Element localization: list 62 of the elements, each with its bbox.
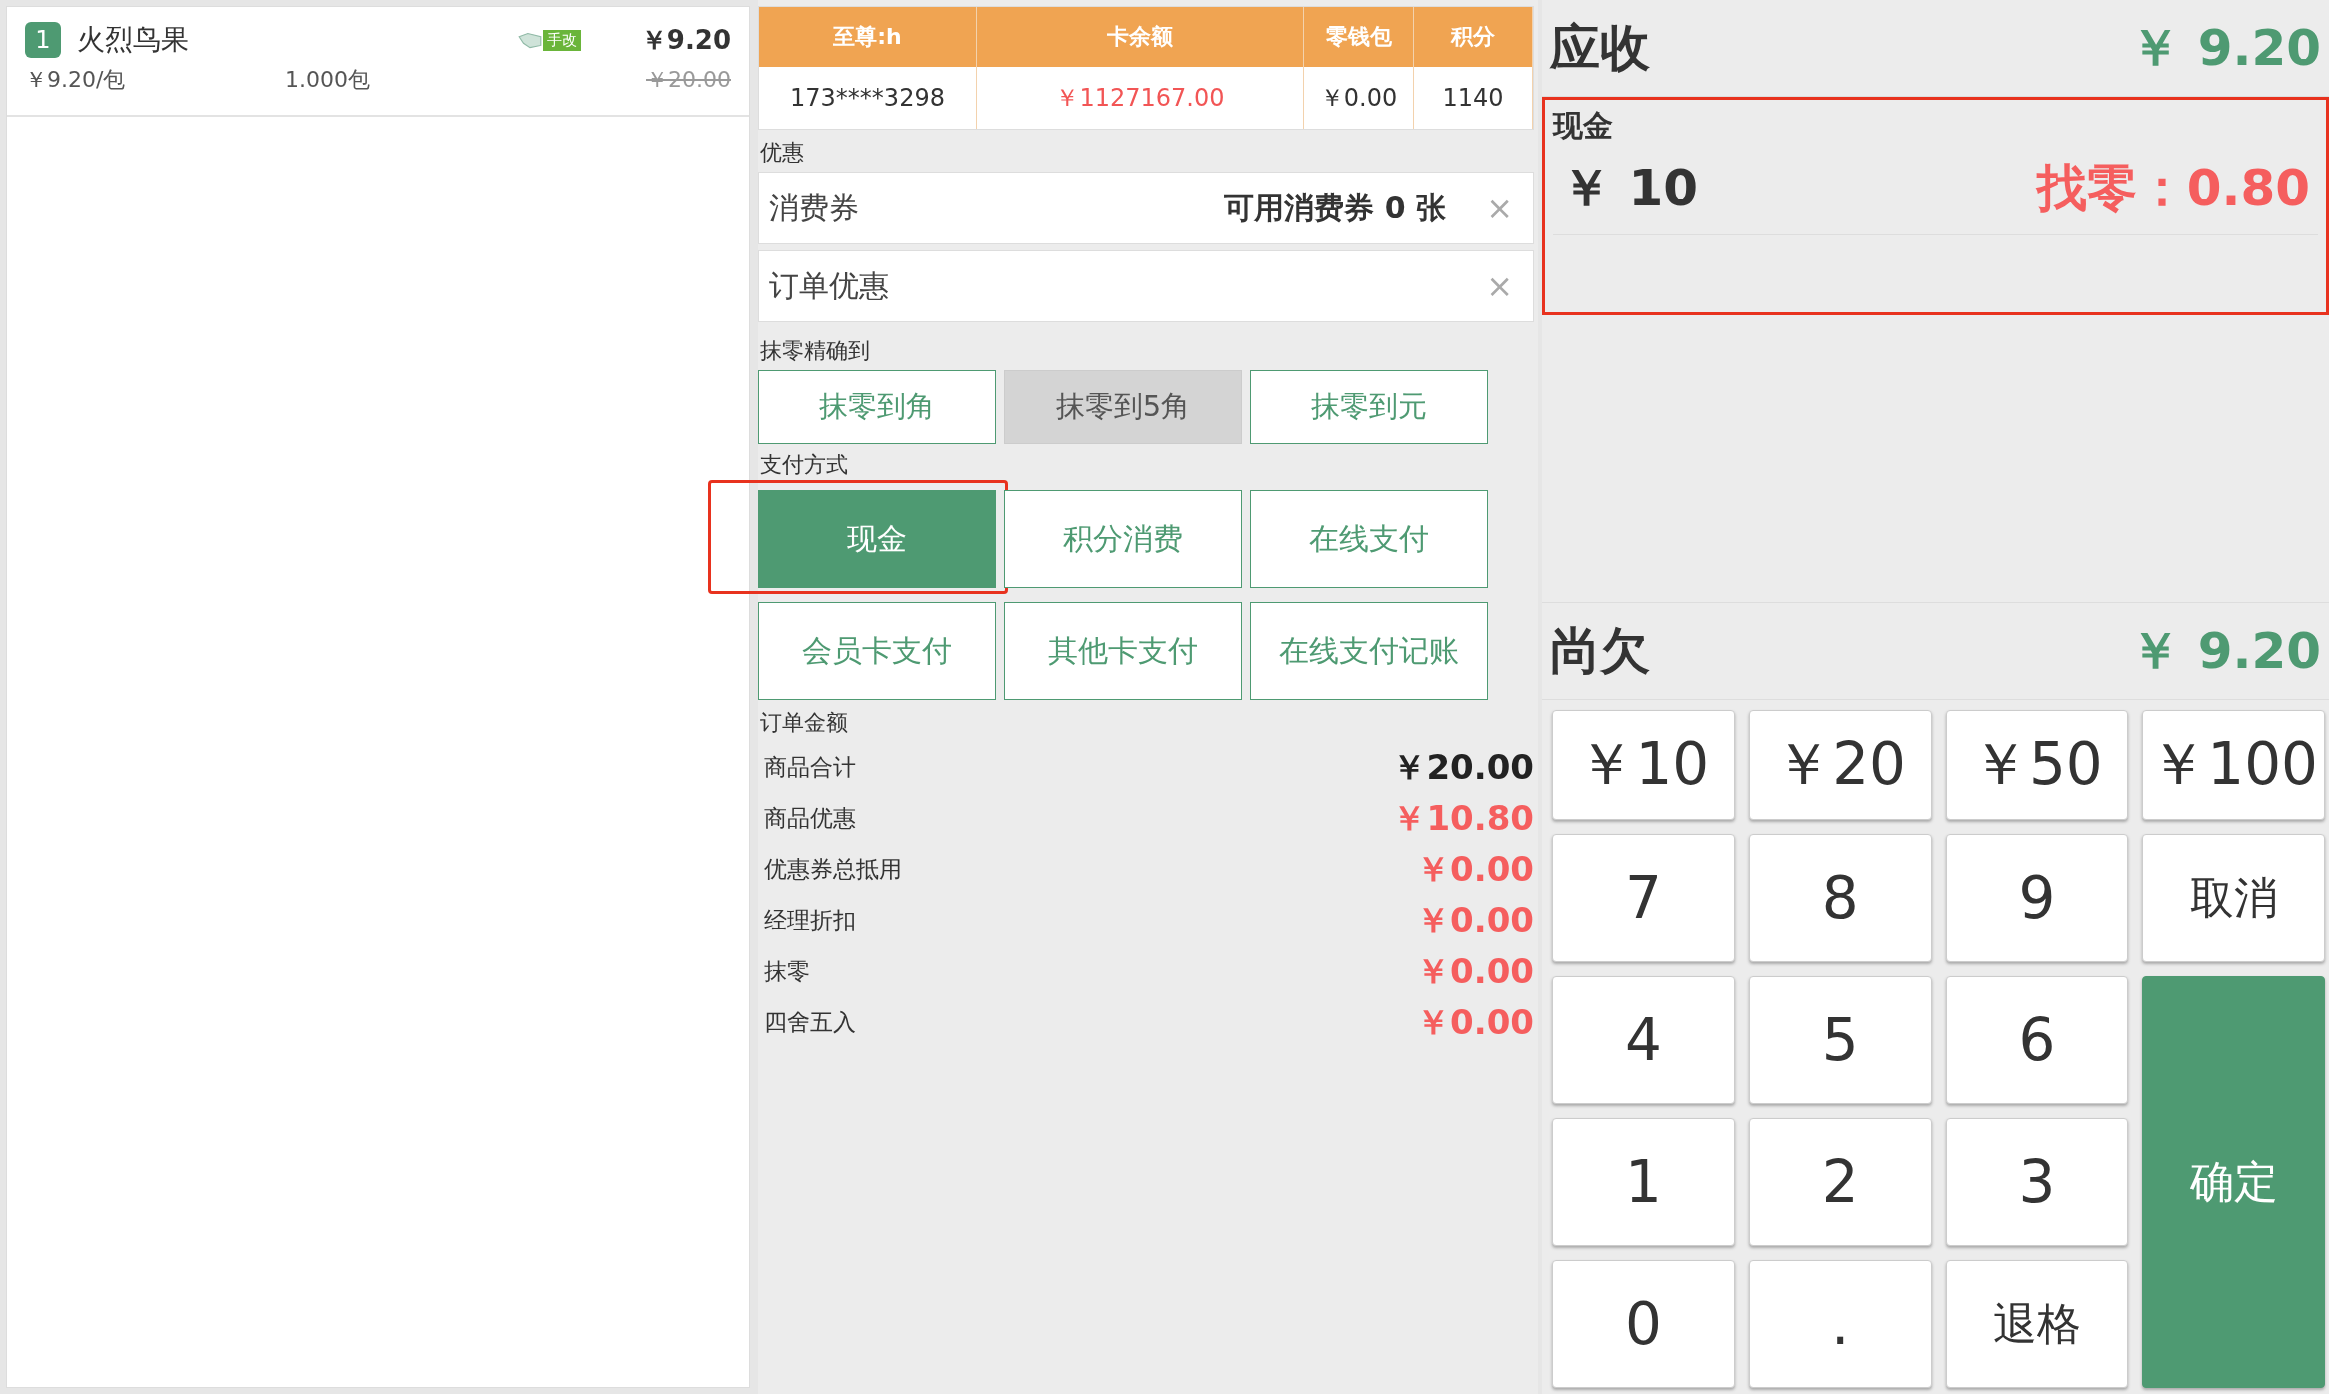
item-quantity: 1.000包	[285, 66, 371, 94]
receivable-amount: ￥ 9.20	[2130, 17, 2321, 79]
coupon-count: 可用消费券 0 张	[1224, 188, 1447, 227]
keypad-key[interactable]: ￥50	[1945, 710, 2129, 820]
receivable-label: 应收	[1550, 17, 1650, 79]
keypad-key[interactable]: ￥20	[1748, 710, 1932, 820]
column-header: 至尊:h	[759, 7, 977, 67]
table-cell: 1140	[1414, 67, 1533, 129]
keypad-key[interactable]: 4	[1552, 976, 1735, 1104]
keypad-key[interactable]: 9	[1945, 834, 2129, 962]
keypad-key[interactable]: 3	[1945, 1118, 2129, 1246]
section-label: 订单金额	[759, 709, 849, 737]
amount-value: ￥10.80	[1392, 796, 1534, 840]
keypad-key[interactable]: 0	[1552, 1260, 1735, 1388]
keypad-key[interactable]: .	[1748, 1260, 1932, 1388]
amount-value: ￥0.00	[1416, 949, 1534, 993]
keypad-key[interactable]: ￥100	[2142, 710, 2325, 820]
item-price: ￥9.20	[640, 23, 731, 57]
keypad-key[interactable]: ￥10	[1552, 710, 1735, 820]
cash-label: 现金	[1553, 108, 1613, 143]
cash-amount: ￥ 10	[1561, 158, 1698, 219]
edited-tag: 手改	[542, 29, 581, 51]
keypad-key[interactable]: 1	[1552, 1118, 1735, 1246]
keypad-key[interactable]: 取消	[2142, 834, 2325, 962]
order-item[interactable]: 1 火烈鸟果 手改 ￥9.20 ￥9.20/包 1.000包 ￥20.00	[7, 7, 749, 117]
item-name: 火烈鸟果	[77, 22, 190, 58]
change-amount: 找零：0.80	[2036, 158, 2310, 219]
amount-value: ￥0.00	[1416, 847, 1534, 891]
amount-label: 商品优惠	[764, 804, 856, 833]
amount-value: ￥20.00	[1392, 745, 1534, 789]
discount-row[interactable]: 订单优惠 ×	[758, 250, 1534, 322]
keypad-key[interactable]: 8	[1748, 834, 1932, 962]
section-label: 抹零精确到	[759, 337, 871, 365]
keypad-key[interactable]: 5	[1748, 976, 1932, 1104]
original-price: ￥20.00	[646, 66, 731, 94]
table-cell: ￥1127167.00	[977, 67, 1304, 129]
table-cell: 173****3298	[759, 67, 977, 129]
amount-label: 四舍五入	[764, 1008, 856, 1037]
rounding-option[interactable]: 抹零到5角	[1004, 370, 1242, 444]
discount-label: 订单优惠	[769, 266, 890, 305]
keypad-key[interactable]: 7	[1552, 834, 1735, 962]
outstanding-amount: ￥ 9.20	[2130, 620, 2321, 682]
unit-price: ￥9.20/包	[25, 66, 127, 94]
keypad-key[interactable]: 6	[1945, 976, 2129, 1104]
amount-label: 优惠券总抵用	[764, 855, 902, 884]
keypad-key[interactable]: 2	[1748, 1118, 1932, 1246]
amount-value: ￥0.00	[1416, 898, 1534, 942]
amount-label: 商品合计	[764, 753, 856, 782]
discount-row[interactable]: 消费券 可用消费券 0 张 ×	[758, 172, 1534, 244]
table-cell: ￥0.00	[1304, 67, 1414, 129]
outstanding-label: 尚欠	[1550, 620, 1650, 682]
amount-label: 经理折扣	[764, 906, 856, 935]
column-header: 卡余额	[977, 7, 1304, 67]
amount-label: 抹零	[764, 957, 810, 986]
discount-label: 消费券	[769, 188, 860, 227]
column-header: 积分	[1414, 7, 1533, 67]
section-label: 优惠	[759, 139, 805, 167]
keypad-key[interactable]: 退格	[1945, 1260, 2129, 1388]
item-index: 1	[25, 22, 61, 58]
amount-value: ￥0.00	[1416, 1000, 1534, 1044]
section-label: 支付方式	[759, 451, 849, 479]
column-header: 零钱包	[1304, 7, 1414, 67]
